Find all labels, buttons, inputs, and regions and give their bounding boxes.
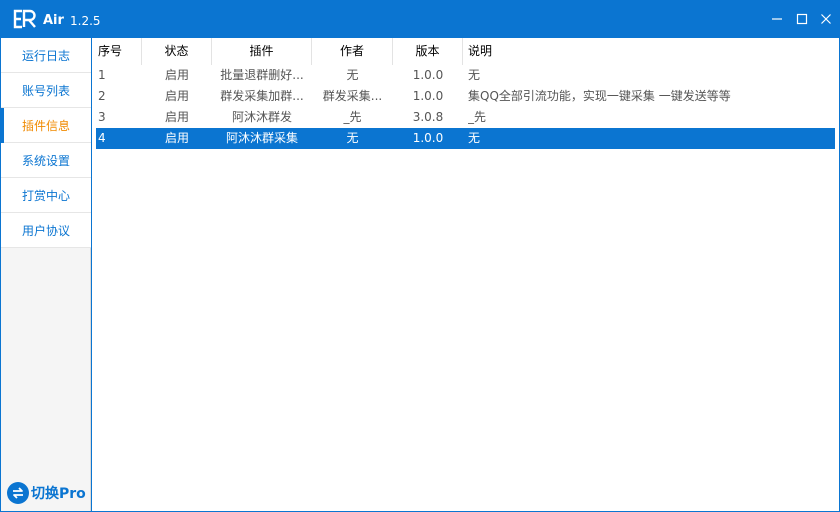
cell-author: 无: [346, 68, 359, 82]
cell-plugin: 阿沐沐群发: [231, 110, 292, 124]
app-name: Air: [43, 13, 64, 28]
sidebar-item-account-list[interactable]: 账号列表: [1, 73, 91, 108]
switch-arrows-icon: [7, 482, 29, 504]
cell-plugin: 批量退群删好...: [220, 68, 304, 82]
column-header-index[interactable]: 序号: [92, 38, 142, 65]
minimize-icon[interactable]: [766, 8, 788, 30]
cell-status: 启用: [164, 68, 189, 82]
sidebar-item-label: 运行日志: [22, 48, 71, 63]
app-window: Air 1.2.5 运行日志 账号列表 插件信息 系统设置 打赏中心 用户协议: [0, 0, 840, 512]
cell-version: 3.0.8: [412, 110, 444, 124]
cell-version: 1.0.0: [412, 131, 444, 145]
table-row[interactable]: 2 启用 群发采集加群... 群发采集... 1.0.0 集QQ全部引流功能，实…: [96, 86, 835, 107]
cell-description: _先: [468, 110, 487, 124]
sidebar-item-label: 用户协议: [22, 223, 71, 238]
sidebar-item-label: 账号列表: [22, 83, 71, 98]
cell-description: 无: [468, 68, 481, 82]
sidebar-item-label: 插件信息: [22, 118, 71, 133]
title-bar[interactable]: Air 1.2.5: [0, 0, 840, 38]
table-row[interactable]: 1 启用 批量退群删好... 无 1.0.0 无: [96, 65, 835, 86]
maximize-icon[interactable]: [791, 8, 813, 30]
switch-pro-label: 切换Pro: [31, 486, 86, 502]
app-version: 1.2.5: [70, 14, 101, 28]
cell-status: 启用: [164, 89, 189, 103]
column-header-author[interactable]: 作者: [312, 38, 393, 65]
cell-description: 集QQ全部引流功能，实现一键采集 一键发送等等: [468, 89, 731, 103]
cell-index: 1: [98, 68, 106, 82]
cell-plugin: 阿沐沐群采集: [225, 131, 298, 145]
switch-pro-button[interactable]: 切换Pro: [7, 481, 86, 505]
cell-index: 4: [98, 131, 106, 145]
cell-index: 3: [98, 110, 106, 124]
sidebar: 运行日志 账号列表 插件信息 系统设置 打赏中心 用户协议 切换Pro: [1, 38, 91, 511]
sidebar-item-label: 打赏中心: [22, 188, 71, 203]
cell-author: _先: [343, 110, 362, 124]
table-row-selected[interactable]: 4 启用 阿沐沐群采集 无 1.0.0 无: [96, 128, 835, 149]
sidebar-item-system-settings[interactable]: 系统设置: [1, 143, 91, 178]
column-header-version[interactable]: 版本: [393, 38, 463, 65]
column-header-status[interactable]: 状态: [142, 38, 212, 65]
cell-description: 无: [468, 131, 481, 145]
cell-author: 无: [346, 131, 359, 145]
cell-version: 1.0.0: [412, 68, 444, 82]
cell-author: 群发采集...: [322, 89, 383, 103]
er-logo-icon: [12, 9, 38, 29]
plugin-table: 序号 状态 插件 作者 版本 说明 1 启用 批量退群删好... 无 1.0.0…: [92, 38, 839, 511]
cell-version: 1.0.0: [412, 89, 444, 103]
sidebar-item-user-agreement[interactable]: 用户协议: [1, 213, 91, 248]
table-row[interactable]: 3 启用 阿沐沐群发 _先 3.0.8 _先: [96, 107, 835, 128]
table-header: 序号 状态 插件 作者 版本 说明: [92, 38, 839, 65]
sidebar-item-run-log[interactable]: 运行日志: [1, 38, 91, 73]
cell-status: 启用: [164, 110, 189, 124]
cell-index: 2: [98, 89, 106, 103]
close-icon[interactable]: [815, 8, 837, 30]
sidebar-item-label: 系统设置: [22, 153, 71, 168]
column-header-description[interactable]: 说明: [463, 38, 839, 65]
cell-plugin: 群发采集加群...: [220, 89, 304, 103]
cell-status: 启用: [164, 131, 189, 145]
sidebar-item-plugin-info[interactable]: 插件信息: [1, 108, 91, 143]
column-header-plugin[interactable]: 插件: [212, 38, 312, 65]
sidebar-item-donation-center[interactable]: 打赏中心: [1, 178, 91, 213]
